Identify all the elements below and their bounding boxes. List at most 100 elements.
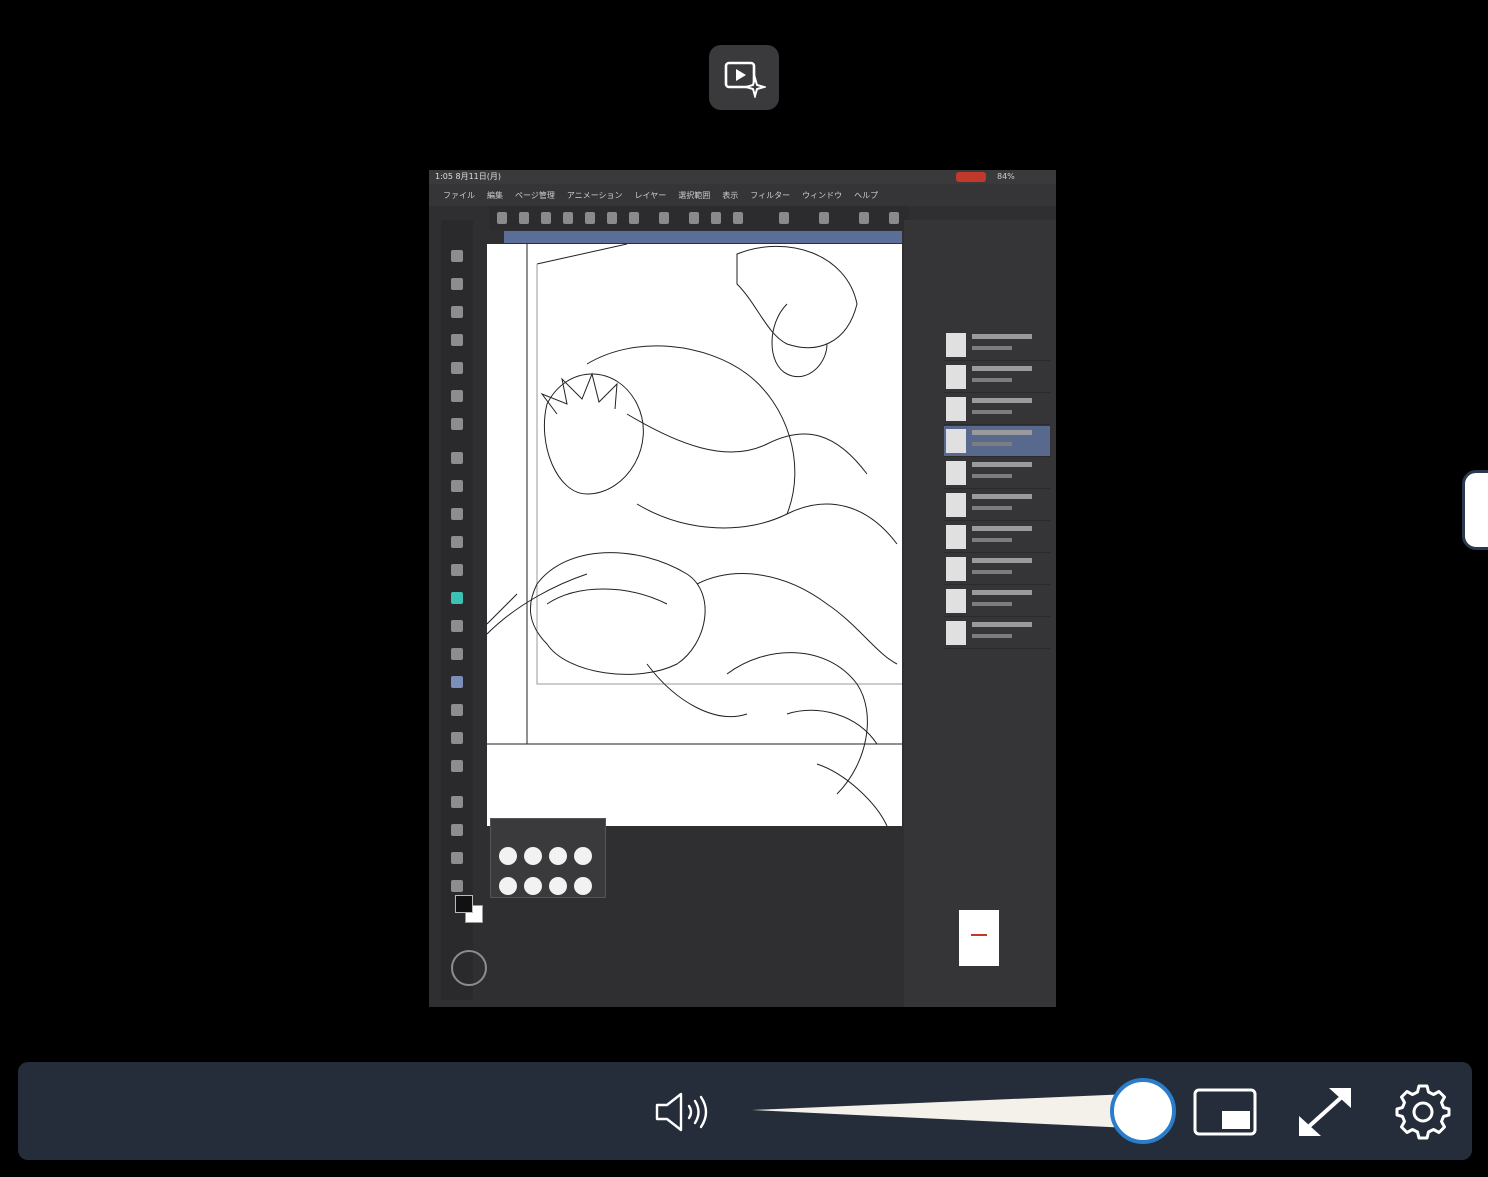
tool-icon — [451, 564, 463, 576]
toolbar-icon — [659, 212, 669, 224]
toolbar-icon — [733, 212, 743, 224]
device-status-bar: 1:05 8月11日(月) 84% — [429, 170, 1056, 184]
layer-label — [972, 462, 1032, 467]
menu-item: 編集 — [487, 190, 503, 200]
fullscreen-button[interactable] — [1290, 1080, 1360, 1144]
layer-row — [944, 426, 1050, 457]
layer-label — [972, 334, 1032, 339]
layer-thumbnail — [946, 589, 966, 613]
volume-slider[interactable] — [750, 1082, 1170, 1142]
layer-label — [972, 442, 1012, 446]
tool-icon — [451, 536, 463, 548]
fullscreen-icon — [1299, 1088, 1351, 1136]
pen-tool-icon — [451, 390, 463, 402]
video-frame[interactable]: 1:05 8月11日(月) 84% ファイル 編集 ページ管理 アニメーション … — [429, 170, 1056, 1007]
layer-row — [944, 458, 1050, 489]
picture-in-picture-button[interactable] — [1190, 1080, 1260, 1144]
brush-size-popup — [490, 818, 606, 898]
dial-icon — [451, 950, 487, 986]
tool-icon — [451, 620, 463, 632]
layer-label — [972, 526, 1032, 531]
toolbar-icon — [859, 212, 869, 224]
toolbar-icon — [607, 212, 617, 224]
layer-label — [972, 378, 1012, 382]
layer-thumbnail — [946, 429, 966, 453]
layer-label — [972, 634, 1012, 638]
tool-icon — [451, 704, 463, 716]
picture-in-picture-icon — [1193, 1088, 1257, 1136]
toolbar-icon — [541, 212, 551, 224]
tool-icon — [451, 306, 463, 318]
menu-item: 表示 — [722, 190, 739, 200]
layer-label — [972, 538, 1012, 542]
tool-icon — [451, 362, 463, 374]
side-panel-handle[interactable] — [1462, 470, 1488, 550]
tool-icon — [451, 760, 463, 772]
toolbar-icon — [711, 212, 721, 224]
volume-slider-thumb[interactable] — [1110, 1078, 1176, 1144]
menu-item: フィルター — [750, 190, 791, 200]
menu-item: アニメーション — [566, 190, 623, 200]
volume-button[interactable] — [638, 1084, 728, 1140]
layer-row — [944, 394, 1050, 425]
text-tool-icon — [451, 648, 463, 660]
toolbar-icon — [629, 212, 639, 224]
brush-preset-icon — [499, 847, 517, 865]
menu-item: ヘルプ — [854, 190, 879, 200]
layer-thumbnail — [946, 525, 966, 549]
navigator-thumbnail — [959, 910, 999, 966]
tool-icon — [451, 452, 463, 464]
recording-indicator — [956, 172, 986, 182]
tool-icon — [451, 592, 463, 604]
brush-preset-icon — [499, 877, 517, 895]
layer-row — [944, 522, 1050, 553]
layer-thumbnail — [946, 461, 966, 485]
tool-icon — [451, 508, 463, 520]
layer-label — [972, 570, 1012, 574]
settings-button[interactable] — [1388, 1080, 1458, 1144]
tool-icon — [451, 796, 463, 808]
layer-label — [972, 558, 1032, 563]
layer-thumbnail — [946, 333, 966, 357]
brush-preset-icon — [549, 877, 567, 895]
drawing-canvas — [487, 244, 902, 826]
hand-tool-icon — [451, 278, 463, 290]
move-tool-icon — [451, 334, 463, 346]
brush-preset-icon — [549, 847, 567, 865]
layer-row — [944, 330, 1050, 361]
layer-thumbnail — [946, 365, 966, 389]
layer-label — [972, 430, 1032, 435]
toolbar-icon — [889, 212, 899, 224]
player-controls-bar — [18, 1062, 1472, 1160]
ai-video-icon — [724, 61, 766, 98]
tool-icon — [451, 880, 463, 892]
status-time: 1:05 8月11日(月) — [435, 172, 502, 181]
brush-preset-icon — [524, 847, 542, 865]
layer-label — [972, 590, 1032, 595]
tool-palette — [441, 220, 487, 1000]
video-player[interactable]: 1:05 8月11日(月) 84% ファイル 編集 ページ管理 アニメーション … — [0, 0, 1488, 1177]
layer-label — [972, 602, 1012, 606]
layer-row — [944, 490, 1050, 521]
layer-label — [972, 474, 1012, 478]
toolbar-icon — [497, 212, 507, 224]
menu-item: ファイル — [443, 190, 475, 200]
eraser-tool-icon — [451, 676, 463, 688]
toolbar-icon — [585, 212, 595, 224]
zoom-tool-icon — [451, 250, 463, 262]
toolbar-icon — [819, 212, 829, 224]
layer-thumbnail — [946, 493, 966, 517]
toolbar-icon — [689, 212, 699, 224]
layer-thumbnail — [946, 557, 966, 581]
gear-icon — [1395, 1084, 1451, 1140]
foreground-color-swatch — [455, 895, 473, 913]
menu-item: ページ管理 — [515, 190, 555, 200]
sketch-artwork — [487, 244, 902, 826]
menu-item: レイヤー — [634, 190, 667, 200]
speaker-icon — [655, 1092, 708, 1132]
layer-label — [972, 346, 1012, 350]
ai-video-badge[interactable] — [709, 45, 779, 110]
layer-label — [972, 410, 1012, 414]
brush-preset-icon — [574, 877, 592, 895]
toolbar-icon — [563, 212, 573, 224]
